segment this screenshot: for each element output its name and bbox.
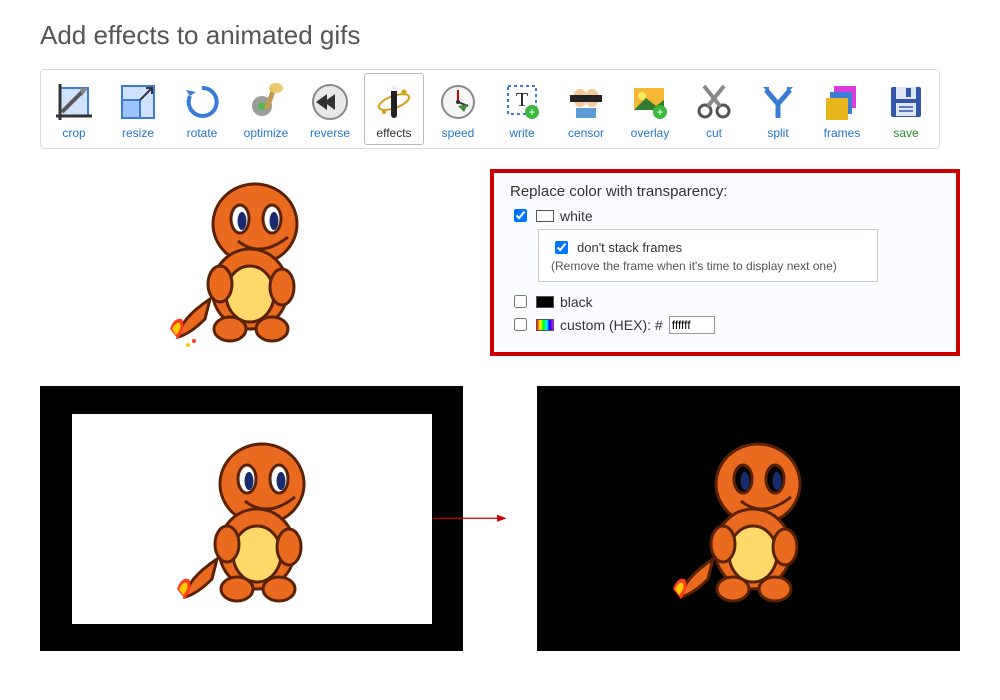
tool-label: optimize <box>244 126 289 140</box>
tool-censor[interactable]: censor <box>556 73 616 145</box>
save-icon <box>884 80 928 124</box>
tool-label: overlay <box>631 126 670 140</box>
rotate-icon <box>180 80 224 124</box>
svg-text:+: + <box>528 105 535 119</box>
custom-swatch <box>536 319 554 331</box>
source-preview <box>40 169 450 349</box>
tool-overlay[interactable]: + overlay <box>620 73 680 145</box>
tool-label: rotate <box>187 126 218 140</box>
dont-stack-label: don't stack frames <box>577 240 682 255</box>
black-checkbox[interactable] <box>514 295 527 308</box>
tool-label: resize <box>122 126 154 140</box>
black-label: black <box>560 294 593 310</box>
tool-label: cut <box>706 126 722 140</box>
before-after-row <box>40 386 960 651</box>
split-icon <box>756 80 800 124</box>
cut-icon <box>692 80 736 124</box>
after-image <box>663 429 833 609</box>
crop-icon <box>52 80 96 124</box>
tool-frames[interactable]: frames <box>812 73 872 145</box>
resize-icon <box>116 80 160 124</box>
speed-icon <box>436 80 480 124</box>
page-title: Add effects to animated gifs <box>40 20 960 51</box>
overlay-icon: + <box>628 80 672 124</box>
tool-label: frames <box>824 126 861 140</box>
tool-reverse[interactable]: reverse <box>300 73 360 145</box>
custom-hex-input[interactable] <box>669 316 715 334</box>
tool-resize[interactable]: resize <box>108 73 168 145</box>
before-image <box>167 429 337 609</box>
tool-label: effects <box>376 126 411 140</box>
tool-label: save <box>893 126 918 140</box>
tool-label: speed <box>442 126 475 140</box>
optimize-icon <box>244 80 288 124</box>
tool-label: reverse <box>310 126 350 140</box>
panel-title: Replace color with transparency: <box>510 183 940 200</box>
dont-stack-hint: (Remove the frame when it's time to disp… <box>551 259 865 273</box>
white-swatch <box>536 210 554 222</box>
tool-label: censor <box>568 126 604 140</box>
svg-text:T: T <box>516 89 528 111</box>
tool-cut[interactable]: cut <box>684 73 744 145</box>
tool-optimize[interactable]: optimize <box>236 73 296 145</box>
tool-crop[interactable]: crop <box>44 73 104 145</box>
custom-label: custom (HEX): # <box>560 317 663 333</box>
white-checkbox[interactable] <box>514 209 527 222</box>
effects-icon <box>372 80 416 124</box>
tool-rotate[interactable]: rotate <box>172 73 232 145</box>
svg-text:+: + <box>656 105 663 119</box>
write-icon: T+ <box>500 80 544 124</box>
white-label: white <box>560 208 593 224</box>
reverse-icon <box>308 80 352 124</box>
tool-split[interactable]: split <box>748 73 808 145</box>
arrow-icon <box>433 511 507 527</box>
tool-label: split <box>767 126 788 140</box>
tool-speed[interactable]: speed <box>428 73 488 145</box>
charmander-image <box>160 169 330 349</box>
tool-label: write <box>509 126 534 140</box>
dont-stack-checkbox[interactable] <box>555 241 568 254</box>
tool-save[interactable]: save <box>876 73 936 145</box>
after-slot <box>537 386 960 651</box>
dont-stack-box: don't stack frames (Remove the frame whe… <box>538 229 878 282</box>
censor-icon <box>564 80 608 124</box>
black-swatch <box>536 296 554 308</box>
tool-label: crop <box>62 126 85 140</box>
transparency-panel: Replace color with transparency: white d… <box>490 169 960 356</box>
tool-effects[interactable]: effects <box>364 73 424 145</box>
toolbar: crop resize rotate optimize reverse effects sp… <box>40 69 940 149</box>
custom-checkbox[interactable] <box>514 318 527 331</box>
tool-write[interactable]: T+ write <box>492 73 552 145</box>
frames-icon <box>820 80 864 124</box>
before-slot <box>40 386 463 651</box>
